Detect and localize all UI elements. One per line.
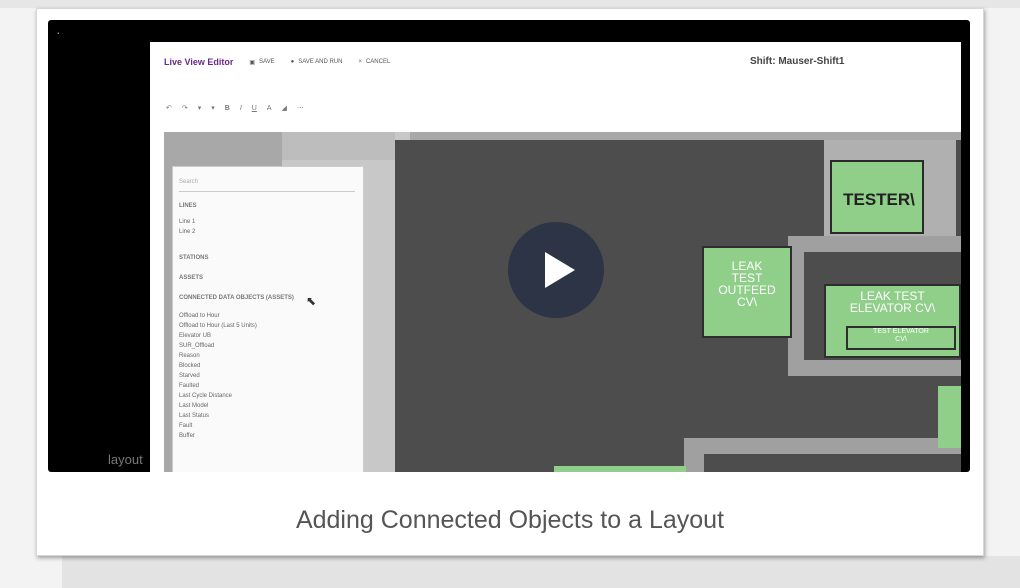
app-header: Live View Editor ▣ SAVE ● SAVE AND RUN × CA… (150, 42, 961, 82)
undo-icon[interactable]: ↶ (166, 104, 172, 112)
play-button[interactable] (508, 222, 604, 318)
text-color-icon[interactable]: A (267, 105, 272, 112)
underline-icon[interactable]: U (252, 105, 257, 112)
objects-panel: Search LINES Line 1 Line 2 STATIONS ASSE… (172, 166, 364, 472)
section-assets[interactable]: ASSETS (179, 275, 203, 281)
app-title: Live View Editor (164, 57, 234, 67)
list-item[interactable]: Faulted (179, 383, 199, 389)
test-elevator-line-1: TEST ELEVATOR (873, 328, 929, 335)
list-item[interactable]: Buffer (179, 433, 195, 439)
shift-label: Shift: Mauser-Shift1 (750, 56, 845, 67)
list-item[interactable]: Last Model (179, 403, 208, 409)
redo-icon[interactable]: ↷ (182, 104, 188, 112)
size-select[interactable]: ▾ (211, 104, 215, 112)
section-connected[interactable]: CONNECTED DATA OBJECTS (ASSETS) (179, 295, 294, 301)
overlay-word: layout (108, 452, 143, 467)
lower-left-block[interactable] (554, 466, 686, 472)
save-label: SAVE (259, 59, 275, 65)
font-select[interactable]: ▾ (198, 104, 202, 112)
save-and-run-button[interactable]: ● SAVE AND RUN (291, 59, 343, 65)
right-edge-block[interactable] (938, 386, 961, 448)
save-and-run-label: SAVE AND RUN (298, 59, 343, 65)
dot-indicator: · (56, 24, 61, 40)
list-item[interactable]: Fault (179, 423, 192, 429)
list-item[interactable]: SUR_Offload (179, 343, 214, 349)
cancel-button[interactable]: × CANCEL (358, 59, 390, 65)
list-item[interactable]: Offload to Hour (Last 5 Units) (179, 323, 257, 329)
test-elevator-line-2: CV\ (895, 336, 907, 343)
format-toolbar: ↶ ↷ ▾ ▾ B I U A ◢ ⋯ (150, 100, 961, 116)
tester-label: TESTER\ (843, 190, 915, 209)
list-item[interactable]: Reason (179, 353, 200, 359)
bold-icon[interactable]: B (225, 105, 230, 112)
list-item[interactable]: Blocked (179, 363, 200, 369)
list-item[interactable]: Elevator UB (179, 333, 211, 339)
save-icon: ▣ (249, 59, 256, 66)
list-item[interactable]: Offload to Hour (179, 313, 220, 319)
leak-elevator-line-2: ELEVATOR CV\ (849, 301, 936, 315)
section-stations[interactable]: STATIONS (179, 255, 208, 261)
mouse-cursor-icon: ⬉ (306, 294, 317, 308)
top-backdrop (0, 0, 1020, 8)
list-item[interactable]: Last Cycle Distance (179, 393, 232, 399)
run-icon: ● (290, 59, 295, 65)
list-item[interactable]: Line 1 (179, 219, 195, 225)
save-button[interactable]: ▣ SAVE (249, 59, 274, 66)
list-item[interactable]: Starved (179, 373, 200, 379)
video-player[interactable]: layout · › Live View Editor ▣SAVE ●SAVE … (48, 20, 970, 472)
play-icon (545, 252, 575, 288)
list-item[interactable]: Line 2 (179, 229, 195, 235)
bottom-backdrop (62, 556, 1020, 588)
leak-outfeed-line-4: CV\ (736, 295, 757, 309)
fill-color-icon[interactable]: ◢ (282, 104, 287, 112)
list-item[interactable]: Last Status (179, 413, 209, 419)
more-icon[interactable]: ⋯ (297, 104, 304, 112)
video-caption: Adding Connected Objects to a Layout (295, 506, 725, 534)
panel-search-input[interactable]: Search (179, 179, 355, 192)
cancel-label: CANCEL (365, 59, 391, 65)
lower-conveyor-inner (704, 454, 961, 472)
section-lines[interactable]: LINES (179, 203, 197, 209)
canvas-strip-top (282, 132, 395, 160)
italic-icon[interactable]: I (240, 105, 242, 112)
close-icon: × (358, 59, 362, 65)
